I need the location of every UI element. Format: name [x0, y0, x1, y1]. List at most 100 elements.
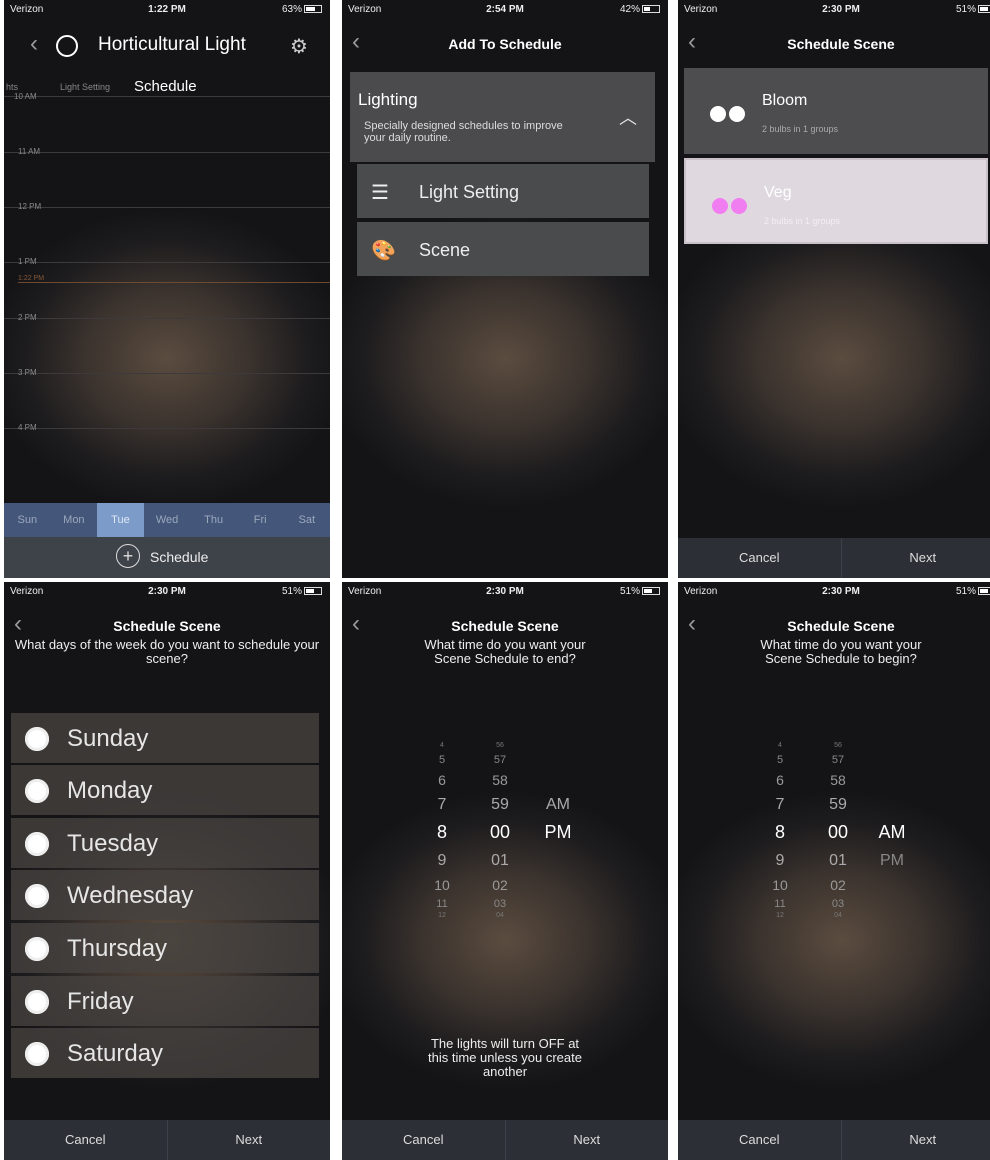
hour-label: 12 PM	[18, 202, 42, 211]
hour-label: 2 PM	[18, 313, 37, 322]
scene-card-bloom[interactable]: Bloom 2 bulbs in 1 groups	[684, 68, 988, 154]
battery: 51%	[956, 4, 990, 15]
scene-card-veg[interactable]: Veg 2 bulbs in 1 groups	[684, 158, 988, 244]
hour-label: 3 PM	[18, 368, 37, 377]
day-option-thursday[interactable]: Thursday	[11, 923, 319, 973]
hour-value: 10	[772, 877, 788, 893]
minute-value: 57	[831, 754, 845, 766]
question-text: What time do you want your Scene Schedul…	[760, 637, 922, 666]
cancel-button[interactable]: Cancel	[678, 1120, 841, 1160]
back-chevron-icon[interactable]: ‹	[30, 32, 50, 56]
option-scene[interactable]: 🎨 Scene	[357, 222, 649, 276]
day-option-wednesday[interactable]: Wednesday	[11, 870, 319, 920]
option-light-setting[interactable]: ☰ Light Setting	[357, 164, 649, 218]
hour-label: 10 AM	[14, 92, 37, 101]
plus-circle-icon: +	[116, 544, 140, 568]
bottom-actions: Cancel Next	[342, 1120, 668, 1160]
hour-value: 7	[775, 796, 785, 813]
day-tab-sat[interactable]: Sat	[283, 503, 330, 537]
tab-lights[interactable]: hts	[6, 82, 18, 92]
minute-value: 04	[496, 912, 504, 919]
battery-icon	[304, 5, 322, 13]
section-description: Specially designed schedules to improve …	[364, 120, 563, 144]
phone-screen-add-to-schedule: Verizon 2:54 PM 42% ‹ Add To Schedule Li…	[342, 0, 668, 578]
day-label: Friday	[67, 988, 134, 1015]
status-bar: Verizon 1:22 PM 63%	[4, 0, 330, 20]
page-title: Schedule Scene	[113, 618, 221, 634]
next-button[interactable]: Next	[840, 538, 990, 578]
hour-value: 6	[776, 772, 784, 788]
battery-icon	[978, 587, 990, 595]
radio-button[interactable]	[25, 990, 49, 1014]
clock: 2:30 PM	[822, 586, 860, 597]
hour-value: 12	[438, 912, 446, 919]
scene-subtitle: 2 bulbs in 1 groups	[764, 216, 841, 226]
day-tab-mon[interactable]: Mon	[51, 503, 98, 537]
day-option-saturday[interactable]: Saturday	[11, 1028, 319, 1078]
day-tab-wed[interactable]: Wed	[144, 503, 191, 537]
battery-icon	[978, 5, 990, 13]
tab-schedule[interactable]: Schedule	[134, 78, 197, 95]
radio-button[interactable]	[25, 832, 49, 856]
radio-button[interactable]	[25, 1042, 49, 1066]
hour-value: 10	[434, 877, 450, 893]
phone-screen-schedule-begin-time: Verizon 2:30 PM 51% ‹ Schedule Scene Wha…	[678, 582, 990, 1160]
battery: 63%	[282, 4, 322, 15]
hour-value-selected: 8	[436, 822, 447, 842]
battery: 51%	[282, 586, 322, 597]
battery-percent: 63%	[281, 4, 302, 15]
day-tab-sun[interactable]: Sun	[4, 503, 51, 537]
radio-button[interactable]	[25, 937, 49, 961]
minute-value: 59	[829, 796, 847, 813]
day-tab-fri[interactable]: Fri	[237, 503, 284, 537]
next-button[interactable]: Next	[504, 1120, 669, 1160]
gear-icon[interactable]: ⚙	[290, 34, 308, 59]
bottom-actions: Cancel Next	[4, 1120, 330, 1160]
day-option-sunday[interactable]: Sunday	[11, 713, 319, 763]
day-option-friday[interactable]: Friday	[11, 976, 319, 1026]
add-schedule-button[interactable]: + Schedule	[4, 537, 330, 578]
next-button[interactable]: Next	[840, 1120, 990, 1160]
cancel-button[interactable]: Cancel	[342, 1120, 505, 1160]
status-bar: Verizon 2:30 PM 51%	[678, 0, 990, 20]
bottom-actions: Cancel Next	[678, 1120, 990, 1160]
battery-icon	[642, 5, 660, 13]
bulb-dots	[710, 106, 748, 127]
phone-screen-schedule-end-time: Verizon 2:30 PM 51% ‹ Schedule Scene Wha…	[342, 582, 668, 1160]
battery-percent: 51%	[619, 586, 640, 597]
question-text: What days of the week do you want to sch…	[14, 637, 320, 666]
minute-value: 02	[492, 877, 508, 893]
hour-value: 9	[775, 852, 785, 869]
day-selector: Sun Mon Tue Wed Thu Fri Sat	[4, 503, 330, 537]
status-bar: Verizon 2:30 PM 51%	[4, 582, 330, 602]
day-option-monday[interactable]: Monday	[11, 765, 319, 815]
hour-line	[4, 373, 330, 374]
hour-value-selected: 8	[774, 822, 785, 842]
tab-light-setting[interactable]: Light Setting	[60, 82, 110, 92]
next-button[interactable]: Next	[166, 1120, 331, 1160]
cancel-button[interactable]: Cancel	[4, 1120, 167, 1160]
hour-line	[4, 152, 330, 153]
section-title: Lighting	[358, 90, 418, 109]
minute-value-selected: 00	[827, 822, 849, 842]
day-tab-thu[interactable]: Thu	[190, 503, 237, 537]
battery-percent: 51%	[955, 4, 976, 15]
radio-button[interactable]	[25, 727, 49, 751]
current-time-line	[18, 282, 330, 283]
day-label: Wednesday	[67, 882, 194, 909]
bottom-actions: Cancel Next	[678, 538, 990, 578]
page-title: Horticultural Light	[98, 34, 246, 55]
phone-screen-schedule-days: Verizon 2:30 PM 51% ‹ Schedule Scene Wha…	[4, 582, 330, 1160]
option-label: Scene	[419, 240, 471, 260]
nav-bar: ‹ Add To Schedule	[342, 26, 668, 60]
radio-button[interactable]	[25, 884, 49, 908]
hour-label: 11 AM	[18, 147, 41, 156]
page-title: Schedule Scene	[451, 618, 559, 634]
day-tab-tue[interactable]: Tue	[97, 503, 144, 537]
lighting-section-header[interactable]: Lighting Specially designed schedules to…	[350, 72, 655, 162]
cancel-button[interactable]: Cancel	[678, 538, 841, 578]
radio-button[interactable]	[25, 779, 49, 803]
day-option-tuesday[interactable]: Tuesday	[11, 818, 319, 868]
status-bar: Verizon 2:30 PM 51%	[342, 582, 668, 602]
option-label: Light Setting	[419, 182, 520, 202]
